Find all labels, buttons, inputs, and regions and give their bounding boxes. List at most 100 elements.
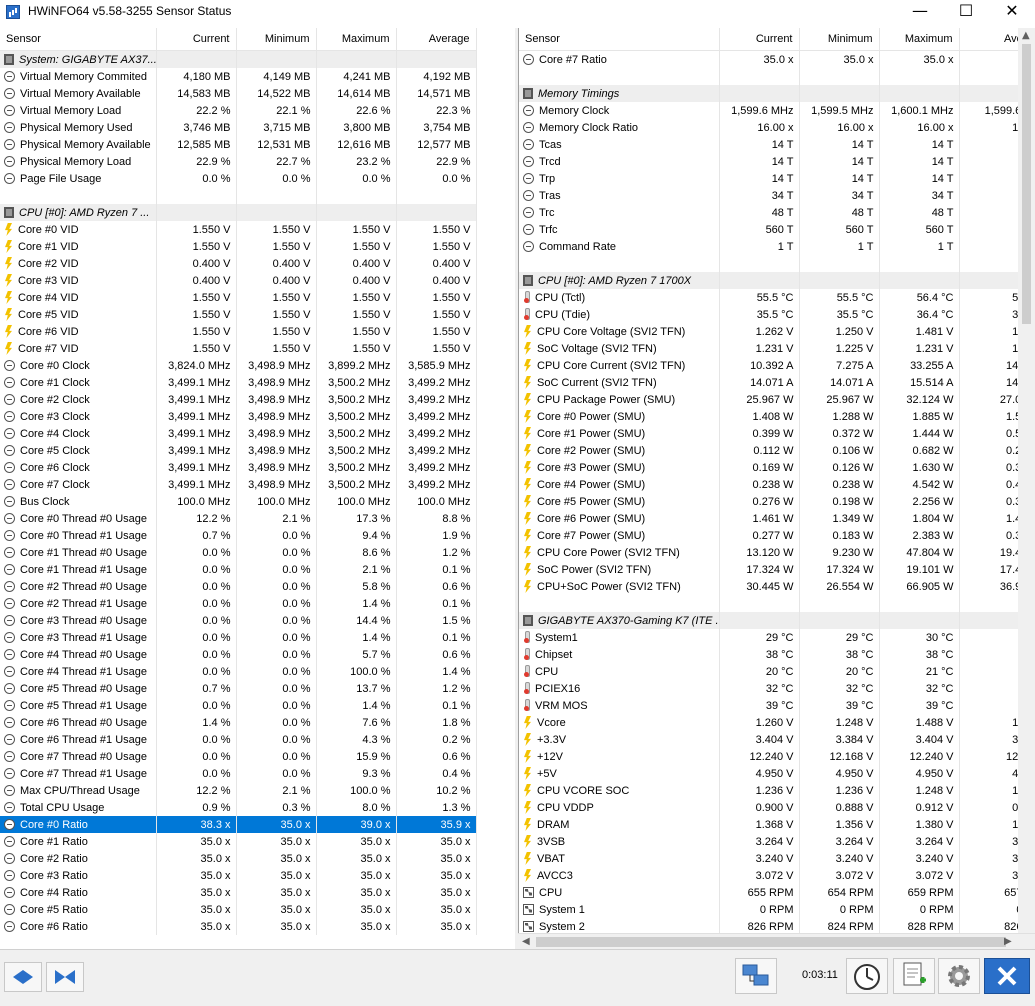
sensor-row[interactable]: 3VSB3.264 V3.264 V3.264 V3.26 (519, 833, 1035, 850)
sensor-row[interactable]: CPU (Tctl)55.5 °C55.5 °C56.4 °C55.8 (519, 289, 1035, 306)
sensor-row[interactable]: Core #7 VID 1.550 V 1.550 V 1.550 V 1.550 V (0, 340, 477, 357)
sensor-row[interactable]: Core #6 Thread #0 Usage 1.4 % 0.0 % 7.6 % 1.… (0, 714, 477, 731)
sensor-row[interactable]: Core #5 Thread #1 Usage 0.0 % 0.0 % 1.4 % 0.… (0, 697, 477, 714)
sensor-group-header[interactable]: GIGABYTE AX370-Gaming K7 (ITE ... (519, 612, 1035, 629)
sensor-row[interactable]: Core #3 Power (SMU) 0.169 W 0.126 W 1.630 W… (519, 459, 1035, 476)
sensor-row[interactable]: SoC Power (SVI2 TFN) 17.324 W 17.324 W 19.1… (519, 561, 1035, 578)
sensor-row[interactable]: Core #0 Thread #0 Usage 12.2 % 2.1 % 17.3 %… (0, 510, 477, 527)
sensor-row[interactable]: Core #1 Thread #1 Usage 0.0 % 0.0 % 2.1 % 0.… (0, 561, 477, 578)
maximize-button[interactable]: ☐ (943, 0, 989, 24)
sensor-row[interactable]: CPU20 °C20 °C21 °C20 (519, 663, 1035, 680)
sensor-row[interactable]: Core #5 Clock 3,499.1 MHz 3,498.9 MHz 3,500… (0, 442, 477, 459)
sensor-row[interactable]: Core #5 Thread #0 Usage 0.7 % 0.0 % 13.7 % 1… (0, 680, 477, 697)
right-horizontal-scrollbar[interactable]: ◀ ▶ (518, 933, 1035, 950)
sensor-row[interactable]: Core #0 Clock 3,824.0 MHz 3,498.9 MHz 3,899… (0, 357, 477, 374)
sensor-row[interactable]: Trc 48 T 48 T 48 T (519, 204, 1035, 221)
sensor-row[interactable]: Core #7 Thread #0 Usage 0.0 % 0.0 % 15.9 % 0… (0, 748, 477, 765)
column-header[interactable]: Minimum (236, 28, 317, 51)
expand-columns-button[interactable] (4, 962, 42, 992)
sensor-row[interactable]: Core #6 Ratio 35.0 x 35.0 x 35.0 x 35.0 x (0, 918, 477, 935)
sensor-row[interactable]: Virtual Memory Commited 4,180 MB 4,149 MB 4… (0, 68, 477, 85)
sensor-row[interactable]: Core #6 Thread #1 Usage 0.0 % 0.0 % 4.3 % 0.… (0, 731, 477, 748)
sensor-row[interactable]: Core #1 Ratio 35.0 x 35.0 x 35.0 x 35.0 x (0, 833, 477, 850)
column-header[interactable]: Sensor (519, 28, 720, 51)
sensor-row[interactable]: Core #2 Thread #1 Usage 0.0 % 0.0 % 1.4 % 0.… (0, 595, 477, 612)
sensor-row[interactable]: Trp 14 T 14 T 14 T (519, 170, 1035, 187)
sensor-row[interactable]: Command Rate 1 T1 T1 T (519, 238, 1035, 255)
sensor-row[interactable]: Core #7 Ratio35.0 x35.0 x35.0 x35. (519, 50, 1035, 68)
sensor-row[interactable]: Core #2 VID 0.400 V 0.400 V 0.400 V 0.400 V (0, 255, 477, 272)
sensor-row[interactable]: Core #2 Thread #0 Usage 0.0 % 0.0 % 5.8 % 0.… (0, 578, 477, 595)
sensor-row[interactable]: Chipset38 °C38 °C38 °C38 (519, 646, 1035, 663)
sensor-row[interactable]: Trcd 14 T 14 T 14 T (519, 153, 1035, 170)
sensor-group-header[interactable]: Memory Timings (519, 85, 1035, 102)
sensor-row[interactable]: Core #0 VID 1.550 V 1.550 V 1.550 V 1.550 V (0, 221, 477, 238)
column-header[interactable]: Minimum (799, 28, 880, 51)
minimize-button[interactable]: — (897, 0, 943, 24)
close-window-button[interactable]: ✕ (989, 0, 1035, 24)
sensor-row[interactable]: Core #1 Thread #0 Usage 0.0 % 0.0 % 8.6 % 1.… (0, 544, 477, 561)
settings-button[interactable] (938, 958, 980, 994)
sensor-list-left[interactable]: Sensor Current Minimum Maximum Average Syste… (0, 28, 515, 949)
column-header[interactable]: Current (156, 28, 237, 51)
sensor-row[interactable]: CPU+SoC Power (SVI2 TFN) 30.445 W 26.554 W… (519, 578, 1035, 595)
sensor-row[interactable]: +3.3V3.404 V3.384 V3.404 V3.40 (519, 731, 1035, 748)
sensor-row[interactable]: Core #1 VID 1.550 V 1.550 V 1.550 V 1.550 V (0, 238, 477, 255)
sensor-row[interactable]: CPU VCORE SOC1.236 V1.236 V1.248 V1.23 (519, 782, 1035, 799)
sensor-row[interactable]: Core #7 Power (SMU) 0.277 W 0.183 W 2.383 W… (519, 527, 1035, 544)
sensor-row[interactable]: PCIEX1632 °C32 °C32 °C32 (519, 680, 1035, 697)
sensor-row[interactable]: Tras 34 T 34 T 34 T (519, 187, 1035, 204)
sensor-row[interactable]: CPU Core Voltage (SVI2 TFN) 1.262 V 1.250 … (519, 323, 1035, 340)
close-sensors-button[interactable] (984, 958, 1030, 994)
sensor-row[interactable]: Core #4 Thread #1 Usage 0.0 % 0.0 % 100.0 %… (0, 663, 477, 680)
sensor-row[interactable]: Core #5 Power (SMU) 0.276 W 0.198 W 2.256 W… (519, 493, 1035, 510)
sensor-row[interactable]: Core #1 Power (SMU) 0.399 W 0.372 W 1.444 W… (519, 425, 1035, 442)
sensor-row[interactable]: Page File Usage 0.0 % 0.0 % 0.0 % 0.0 % (0, 170, 477, 187)
sensor-row[interactable]: Virtual Memory Available 14,583 MB 14,522 … (0, 85, 477, 102)
vertical-scroll-thumb[interactable] (1022, 44, 1031, 324)
sensor-row[interactable]: Max CPU/Thread Usage 12.2 % 2.1 % 100.0 % 10… (0, 782, 477, 799)
sensor-group-header[interactable]: CPU [#0]: AMD Ryzen 7 1700X (519, 272, 1035, 289)
scroll-up-arrow-icon[interactable]: ▲ (1022, 30, 1030, 41)
sensor-row[interactable]: CPU Core Current (SVI2 TFN) 10.392 A 7.275… (519, 357, 1035, 374)
sensor-row[interactable]: CPU (Tdie)35.5 °C35.5 °C36.4 °C35.8 (519, 306, 1035, 323)
logging-button[interactable] (893, 958, 935, 994)
sensor-row[interactable]: Trfc 560 T 560 T 560 T (519, 221, 1035, 238)
sensor-row[interactable]: Vcore1.260 V1.248 V1.488 V1.36 (519, 714, 1035, 731)
sensor-group-header[interactable]: CPU [#0]: AMD Ryzen 7 ... (0, 204, 477, 221)
network-monitor-button[interactable] (735, 958, 777, 994)
sensor-row[interactable]: Memory Clock Ratio16.00 x16.00 x16.00 x1… (519, 119, 1035, 136)
sensor-row[interactable]: Core #5 VID 1.550 V 1.550 V 1.550 V 1.550 V (0, 306, 477, 323)
sensor-row[interactable]: Bus Clock 100.0 MHz 100.0 MHz 100.0 MHz 100.… (0, 493, 477, 510)
collapse-columns-button[interactable] (46, 962, 84, 992)
sensor-row[interactable]: Core #4 VID 1.550 V 1.550 V 1.550 V 1.550 V (0, 289, 477, 306)
reset-timer-button[interactable] (846, 958, 888, 994)
sensor-row-selected[interactable]: Core #0 Ratio 38.3 x 35.0 x 39.0 x 35.9 x (0, 816, 477, 833)
column-header[interactable]: Maximum (879, 28, 960, 51)
sensor-row[interactable]: Total CPU Usage 0.9 % 0.3 % 8.0 % 1.3 % (0, 799, 477, 816)
sensor-row[interactable]: Core #4 Clock 3,499.1 MHz 3,498.9 MHz 3,500… (0, 425, 477, 442)
sensor-row[interactable]: Core #3 Thread #0 Usage 0.0 % 0.0 % 14.4 % 1… (0, 612, 477, 629)
sensor-row[interactable]: VBAT3.240 V3.240 V3.240 V3.24 (519, 850, 1035, 867)
sensor-row[interactable]: CPU VDDP0.900 V0.888 V0.912 V0.90 (519, 799, 1035, 816)
horizontal-scroll-thumb[interactable] (536, 937, 1006, 947)
sensor-row[interactable]: Virtual Memory Load 22.2 % 22.1 % 22.6 % 22.… (0, 102, 477, 119)
sensor-row[interactable]: Core #3 Thread #1 Usage 0.0 % 0.0 % 1.4 % 0.… (0, 629, 477, 646)
sensor-row[interactable]: Core #0 Power (SMU) 1.408 W 1.288 W 1.885 W… (519, 408, 1035, 425)
sensor-row[interactable]: Physical Memory Used 3,746 MB 3,715 MB 3,80… (0, 119, 477, 136)
sensor-row[interactable]: Core #2 Clock 3,499.1 MHz 3,498.9 MHz 3,500… (0, 391, 477, 408)
sensor-row[interactable]: Core #6 Clock 3,499.1 MHz 3,498.9 MHz 3,500… (0, 459, 477, 476)
sensor-row[interactable]: System 10 RPM0 RPM0 RPM0 R (519, 901, 1035, 918)
sensor-row[interactable]: Core #7 Thread #1 Usage 0.0 % 0.0 % 9.3 % 0.… (0, 765, 477, 782)
sensor-row[interactable]: +5V4.950 V4.950 V4.950 V4.95 (519, 765, 1035, 782)
sensor-row[interactable]: Core #1 Clock 3,499.1 MHz 3,498.9 MHz 3,500… (0, 374, 477, 391)
sensor-row[interactable]: CPU655 RPM654 RPM659 RPM657 R (519, 884, 1035, 901)
sensor-row[interactable]: Core #6 VID 1.550 V 1.550 V 1.550 V 1.550 V (0, 323, 477, 340)
sensor-row[interactable]: +12V12.240 V12.168 V12.240 V12.23 (519, 748, 1035, 765)
sensor-row[interactable]: CPU Package Power (SMU) 25.967 W 25.967 W3… (519, 391, 1035, 408)
sensor-row[interactable]: Core #2 Ratio 35.0 x 35.0 x 35.0 x 35.0 x (0, 850, 477, 867)
sensor-row[interactable]: SoC Voltage (SVI2 TFN) 1.231 V 1.225 V 1.23… (519, 340, 1035, 357)
sensor-row[interactable]: Memory Clock 1,599.6 MHz 1,599.5 MHz 1,600.… (519, 102, 1035, 119)
sensor-row[interactable]: Core #4 Ratio 35.0 x 35.0 x 35.0 x 35.0 x (0, 884, 477, 901)
sensor-list-right[interactable]: SensorCurrentMinimumMaximumAvera Core #7… (518, 28, 1035, 949)
